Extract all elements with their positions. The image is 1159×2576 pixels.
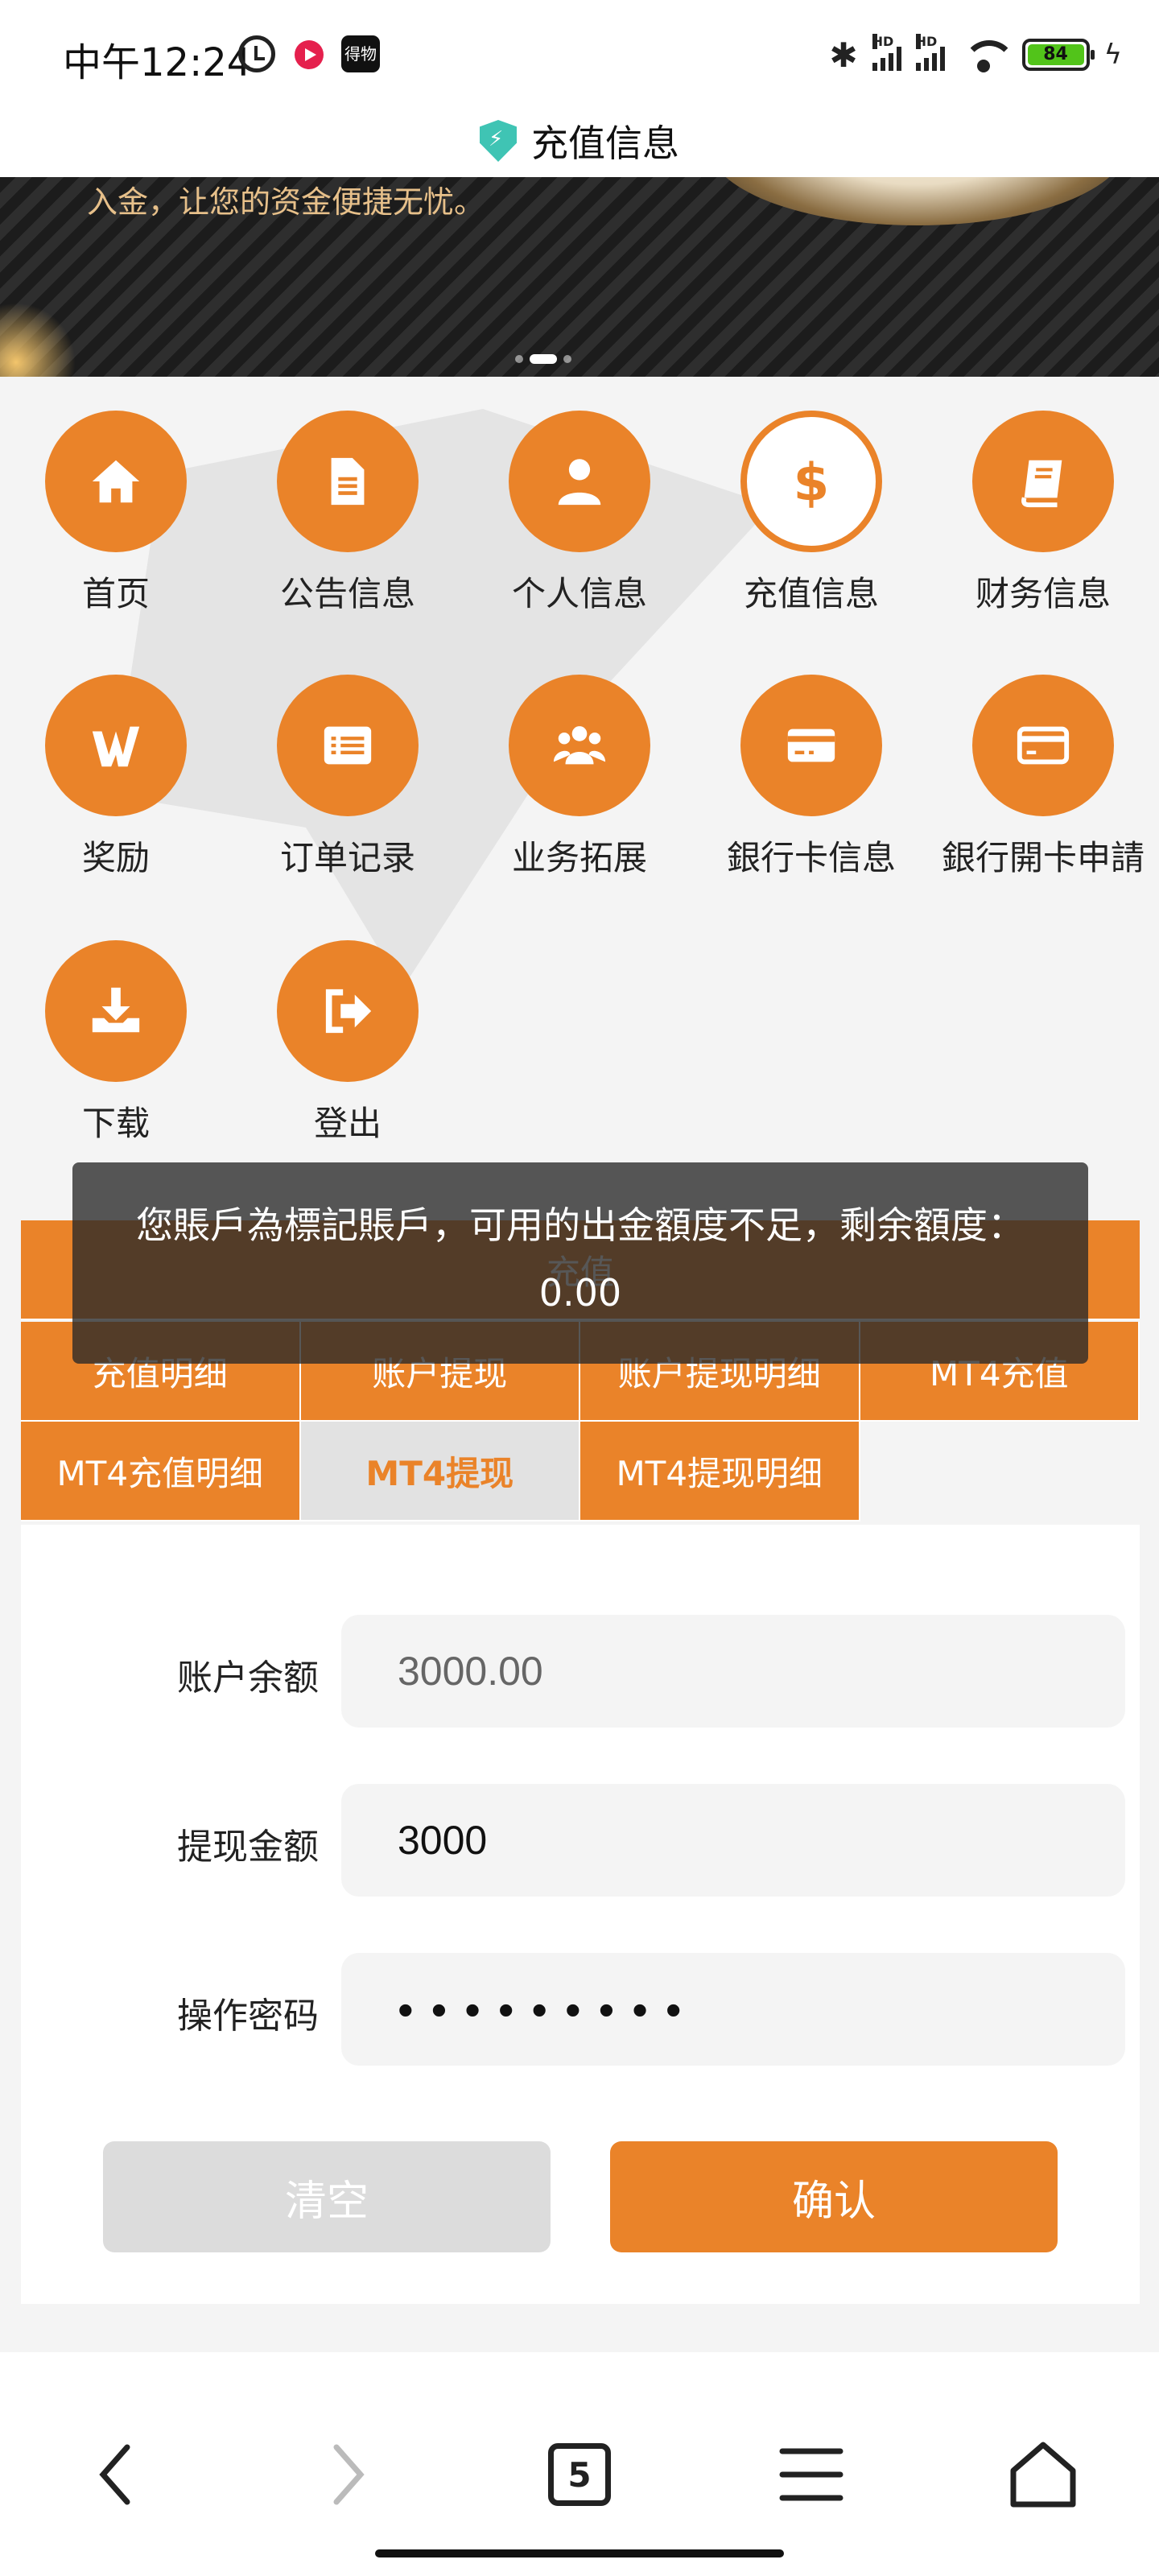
menu-item-profile[interactable]: 个人信息 <box>467 411 692 616</box>
carousel-dot[interactable] <box>515 355 523 363</box>
menu-item-label: 奖励 <box>81 838 150 877</box>
reward-icon <box>92 726 140 767</box>
password-row: 操作密码 <box>21 1953 1140 2066</box>
page-title: 充值信息 <box>531 122 679 165</box>
book-icon <box>1021 460 1062 508</box>
banner-image <box>708 177 1127 225</box>
download-icon <box>92 987 140 1033</box>
users-icon <box>553 726 606 765</box>
balance-label: 账户余额 <box>177 1657 319 1699</box>
home-icon <box>92 460 140 503</box>
carousel-dot[interactable] <box>563 355 571 363</box>
list-icon <box>324 726 372 765</box>
hamburger-icon <box>779 2448 843 2501</box>
signal-icon: HD <box>915 34 945 71</box>
home-button[interactable] <box>995 2426 1091 2523</box>
menu-item-logout[interactable]: 登出 <box>235 940 460 1146</box>
logout-icon <box>325 989 372 1034</box>
menu-item-announcements[interactable]: 公告信息 <box>235 411 460 616</box>
amount-row: 提现金额 <box>21 1784 1140 1897</box>
menu-item-rewards[interactable]: 奖励 <box>3 675 229 880</box>
battery-level: 84 <box>1027 44 1084 65</box>
menu-item-label: 订单记录 <box>279 838 415 877</box>
app-badge-icon: 得物 <box>341 35 380 72</box>
tabs-button[interactable]: 5 <box>531 2426 628 2523</box>
user-icon <box>558 459 601 506</box>
menu-item-label: 登出 <box>313 1104 382 1143</box>
wifi-icon <box>959 37 1016 72</box>
status-bar: 中午12:24 得物 ✱ HD HD 84 ϟ <box>0 0 1159 105</box>
svg-text:$: $ <box>794 453 830 510</box>
menu-item-orders[interactable]: 订单记录 <box>235 675 460 880</box>
signal-icon: HD <box>872 34 901 71</box>
dollar-icon: $ <box>794 453 830 510</box>
tab-spacer <box>860 1422 1140 1521</box>
menu-item-label: 财务信息 <box>975 574 1111 613</box>
card-icon <box>1017 726 1070 765</box>
menu-item-label: 首页 <box>81 574 150 613</box>
tab-mt4-withdraw[interactable]: MT4提现 <box>300 1422 580 1521</box>
record-icon <box>295 40 324 69</box>
tab-count: 5 <box>548 2443 611 2506</box>
tab-mt4-recharge-detail[interactable]: MT4充值明细 <box>21 1422 301 1521</box>
balance-field <box>341 1615 1125 1728</box>
menu-item-label: 銀行開卡申請 <box>941 838 1145 877</box>
carousel-dots <box>515 354 571 364</box>
menu-button[interactable] <box>763 2426 860 2523</box>
menu-item-label: 个人信息 <box>511 574 647 613</box>
menu-item-label: 业务拓展 <box>511 838 647 877</box>
carousel-dot-active[interactable] <box>530 354 557 364</box>
forward-button[interactable] <box>299 2426 396 2523</box>
clear-button[interactable]: 清空 <box>103 2141 551 2252</box>
gesture-bar[interactable] <box>375 2549 784 2557</box>
banner-text: 入金，让您的资金便捷无忧。 <box>87 184 485 220</box>
toast-message: 您賬戶為標記賬戶，可用的出金額度不足，剩余額度：0.00 <box>72 1162 1088 1364</box>
tab-mt4-withdraw-detail[interactable]: MT4提现明细 <box>580 1422 860 1521</box>
amount-label: 提现金额 <box>177 1827 319 1868</box>
page-header: 充值信息 <box>0 105 1159 177</box>
amount-input[interactable] <box>341 1784 1125 1897</box>
menu-item-recharge[interactable]: $ 充值信息 <box>699 411 924 616</box>
home-icon <box>1010 2442 1076 2508</box>
banner-carousel[interactable]: 入金，让您的资金便捷无忧。 <box>0 177 1159 377</box>
chevron-right-icon <box>333 2444 365 2505</box>
document-icon <box>331 457 365 506</box>
menu-item-business[interactable]: 业务拓展 <box>467 675 692 880</box>
card-icon <box>787 729 835 762</box>
alarm-icon <box>238 35 275 72</box>
confirm-button[interactable]: 确认 <box>610 2141 1058 2252</box>
menu-item-label: 充值信息 <box>743 574 879 613</box>
bluetooth-icon: ✱ <box>829 35 858 75</box>
chevron-left-icon <box>99 2444 130 2505</box>
password-input[interactable] <box>341 1953 1125 2066</box>
shield-icon <box>480 120 517 162</box>
menu-item-bank-card[interactable]: 銀行卡信息 <box>699 675 924 880</box>
browser-nav: 5 <box>0 2352 1159 2576</box>
battery-icon: 84 <box>1021 39 1095 71</box>
menu-item-home[interactable]: 首页 <box>3 411 229 616</box>
menu-item-label: 下载 <box>81 1104 150 1143</box>
status-time: 中午12:24 <box>63 40 252 85</box>
banner-glow <box>0 298 80 377</box>
menu-item-bank-card-apply[interactable]: 銀行開卡申請 <box>930 675 1156 880</box>
menu-item-label: 銀行卡信息 <box>726 838 896 877</box>
menu-item-label: 公告信息 <box>279 574 415 613</box>
menu-item-download[interactable]: 下载 <box>3 940 229 1146</box>
password-label: 操作密码 <box>177 1996 319 2037</box>
balance-row: 账户余额 <box>21 1615 1140 1728</box>
menu-item-finance[interactable]: 财务信息 <box>930 411 1156 616</box>
charging-icon: ϟ <box>1103 39 1122 71</box>
back-button[interactable] <box>68 2426 164 2523</box>
menu-grid: 首页 公告信息 个人信息 $ 充值信息 财务信息 奖励 订单记录 业务拓展 銀行… <box>0 377 1159 1222</box>
